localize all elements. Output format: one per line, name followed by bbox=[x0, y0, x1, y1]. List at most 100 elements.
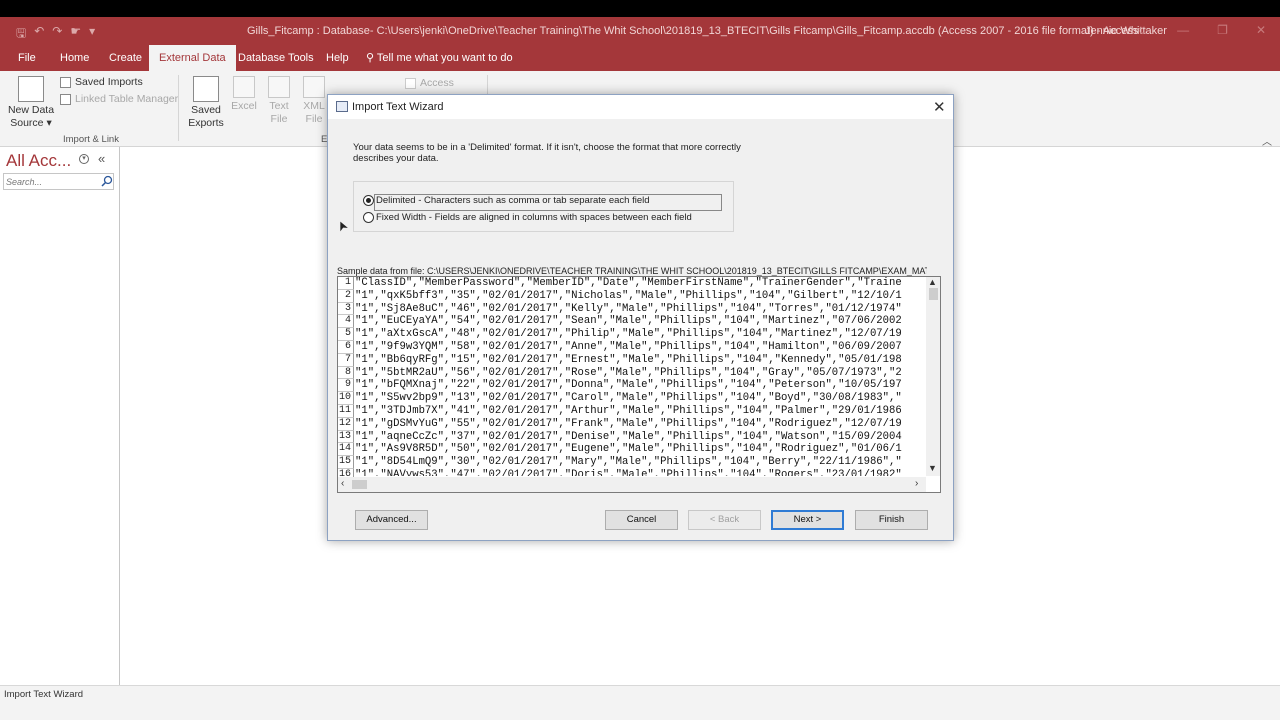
window-controls: ☺ — ❐ ✕ bbox=[1137, 23, 1266, 37]
excel-label: Excel bbox=[231, 100, 257, 112]
scroll-down-icon[interactable]: ▼ bbox=[928, 463, 937, 473]
tell-me-box[interactable]: ⚲ Tell me what you want to do bbox=[366, 45, 513, 71]
scroll-left-icon[interactable]: ‹ bbox=[341, 478, 344, 489]
horizontal-scroll-thumb[interactable] bbox=[352, 480, 367, 489]
lightbulb-icon: ⚲ bbox=[366, 52, 375, 64]
tab-help[interactable]: Help bbox=[316, 45, 359, 71]
sample-data-row: "1","S5wv2bp9","13","02/01/2017","Carol"… bbox=[355, 392, 902, 405]
option-fixed-width-label: Fixed Width - Fields are aligned in colu… bbox=[376, 212, 692, 223]
minimize-icon[interactable]: — bbox=[1177, 23, 1189, 37]
export-text-file-button[interactable]: Text File bbox=[265, 76, 293, 126]
sample-data-row: "1","8D54LmQ9","30","02/01/2017","Mary",… bbox=[355, 456, 902, 469]
text-file-icon bbox=[268, 76, 290, 98]
customize-toolbar-icon[interactable]: ▾ bbox=[89, 24, 95, 45]
undo-icon[interactable]: ↶ bbox=[34, 24, 44, 45]
top-black-bar bbox=[0, 0, 1280, 17]
group-separator bbox=[178, 75, 179, 141]
option-delimited[interactable]: Delimited - Characters such as comma or … bbox=[363, 195, 650, 206]
row-number: 14 bbox=[338, 443, 354, 457]
wizard-icon bbox=[336, 101, 348, 112]
tab-external-data[interactable]: External Data bbox=[149, 45, 236, 71]
group-import-link-label: Import & Link bbox=[63, 134, 119, 145]
tab-home[interactable]: Home bbox=[50, 45, 99, 71]
status-bar: Import Text Wizard bbox=[0, 685, 1280, 720]
horizontal-scrollbar[interactable]: ‹ › bbox=[338, 477, 926, 492]
radio-fixed-width[interactable] bbox=[363, 212, 374, 223]
saved-imports-button[interactable]: Saved Imports bbox=[60, 76, 143, 88]
saved-exports-icon bbox=[193, 76, 219, 102]
close-window-icon[interactable]: ✕ bbox=[1256, 23, 1266, 37]
nav-pane-title[interactable]: All Acc... bbox=[6, 151, 71, 171]
row-number: 2 bbox=[338, 289, 354, 303]
shutter-bar-close-icon[interactable]: « bbox=[98, 151, 105, 166]
export-access-button[interactable]: Access bbox=[405, 77, 454, 89]
sample-data-preview[interactable]: 1 2 3 4 5 6 7 8 9 10 11 12 13 14 15 16 "ClassID","Membe… bbox=[337, 276, 941, 493]
scroll-up-icon[interactable]: ▲ bbox=[928, 277, 937, 287]
cancel-button[interactable]: Cancel bbox=[605, 510, 678, 530]
row-numbers: 1 2 3 4 5 6 7 8 9 10 11 12 13 14 15 16 bbox=[338, 277, 354, 482]
export-xml-file-button[interactable]: XML File bbox=[300, 76, 328, 126]
sample-data-row: "1","qxK5bff3","35","02/01/2017","Nichol… bbox=[355, 289, 902, 302]
vertical-scrollbar[interactable]: ▲ ▼ bbox=[926, 277, 940, 476]
format-options-group: Delimited - Characters such as comma or … bbox=[353, 181, 734, 232]
close-icon[interactable]: ✕ bbox=[933, 98, 946, 116]
sample-data-row: "1","As9V8R5D","50","02/01/2017","Eugene… bbox=[355, 443, 902, 456]
nav-menu-icon[interactable]: ▾ bbox=[79, 154, 89, 164]
row-number: 7 bbox=[338, 353, 354, 367]
excel-icon bbox=[233, 76, 255, 98]
saved-exports-label: Saved bbox=[191, 104, 221, 116]
sample-data-lines: "ClassID","MemberPassword","MemberID","D… bbox=[355, 277, 925, 476]
row-number: 15 bbox=[338, 456, 354, 469]
linked-table-manager-button[interactable]: Linked Table Manager bbox=[60, 93, 178, 105]
export-excel-button[interactable]: Excel bbox=[230, 76, 258, 113]
access-icon bbox=[405, 77, 416, 89]
sample-data-row: "ClassID","MemberPassword","MemberID","D… bbox=[355, 277, 902, 289]
xml-file-label: XML bbox=[303, 100, 325, 112]
new-data-source-label-2: Source bbox=[10, 117, 44, 129]
nav-search-input[interactable]: Search... bbox=[3, 173, 114, 190]
tab-create[interactable]: Create bbox=[99, 45, 152, 71]
row-number: 9 bbox=[338, 379, 354, 393]
tell-me-text: Tell me what you want to do bbox=[376, 52, 513, 64]
quick-access-toolbar: 🖫 ↶ ↷ ☛ ▾ bbox=[16, 24, 95, 45]
ribbon-display-options-icon[interactable]: ☺ bbox=[1137, 23, 1149, 37]
sample-data-row: "1","Sj8Ae8uC","46","02/01/2017","Kelly"… bbox=[355, 302, 902, 315]
redo-icon[interactable]: ↷ bbox=[52, 24, 62, 45]
restore-icon[interactable]: ❐ bbox=[1217, 23, 1228, 37]
sample-data-row: "1","Bb6qyRFg","15","02/01/2017","Ernest… bbox=[355, 353, 902, 366]
option-fixed-width[interactable]: Fixed Width - Fields are aligned in colu… bbox=[363, 212, 692, 223]
saved-exports-button[interactable]: Saved Exports bbox=[186, 76, 226, 130]
row-number: 4 bbox=[338, 315, 354, 329]
search-icon[interactable] bbox=[101, 175, 113, 187]
advanced-button[interactable]: Advanced... bbox=[355, 510, 428, 530]
collapse-ribbon-icon[interactable]: ︿ bbox=[1262, 133, 1272, 148]
next-button[interactable]: Next > bbox=[771, 510, 844, 530]
back-button[interactable]: < Back bbox=[688, 510, 761, 530]
radio-delimited[interactable] bbox=[363, 195, 374, 206]
dialog-title: Import Text Wizard bbox=[352, 101, 444, 113]
group-separator bbox=[487, 75, 488, 95]
row-number: 1 bbox=[338, 277, 354, 290]
access-label: Access bbox=[420, 77, 454, 89]
import-text-wizard-dialog: Import Text Wizard ✕ Your data seems to … bbox=[327, 94, 954, 541]
finish-button[interactable]: Finish bbox=[855, 510, 928, 530]
sample-data-row: "1","9f9w3YQM","58","02/01/2017","Anne",… bbox=[355, 340, 902, 353]
dialog-intro-text: Your data seems to be in a 'Delimited' f… bbox=[353, 142, 741, 164]
sample-data-row: "1","EuCEyaYA","54","02/01/2017","Sean",… bbox=[355, 315, 902, 328]
status-text: Import Text Wizard bbox=[4, 689, 84, 700]
save-icon[interactable]: 🖫 bbox=[16, 24, 26, 45]
row-number: 12 bbox=[338, 417, 354, 431]
touch-mode-icon[interactable]: ☛ bbox=[70, 24, 81, 45]
saved-exports-label-2: Exports bbox=[188, 117, 224, 129]
vertical-scroll-thumb[interactable] bbox=[929, 288, 938, 300]
linked-table-manager-label: Linked Table Manager bbox=[75, 93, 179, 105]
tab-database-tools[interactable]: Database Tools bbox=[228, 45, 324, 71]
sample-data-label: Sample data from file: C:\USERS\JENKI\ON… bbox=[337, 266, 927, 276]
new-data-source-button[interactable]: New Data Source ▾ bbox=[6, 76, 56, 130]
option-delimited-label: Delimited - Characters such as comma or … bbox=[376, 195, 650, 206]
scroll-right-icon[interactable]: › bbox=[915, 478, 918, 489]
tab-file[interactable]: File bbox=[8, 45, 46, 71]
ribbon-tabs: File Home Create External Data Database … bbox=[0, 45, 1280, 71]
xml-file-icon bbox=[303, 76, 325, 98]
xml-file-label-2: File bbox=[305, 113, 323, 125]
